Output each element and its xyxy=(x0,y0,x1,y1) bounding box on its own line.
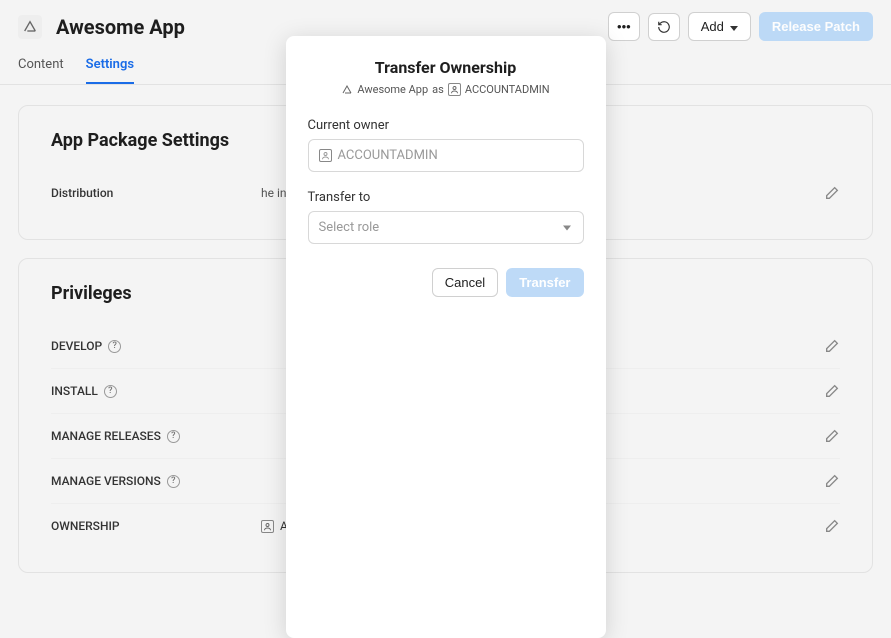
modal-subtitle: Awesome App as ACCOUNTADMIN xyxy=(308,83,584,96)
cancel-button[interactable]: Cancel xyxy=(432,268,498,297)
role-icon xyxy=(448,83,461,96)
modal-title: Transfer Ownership xyxy=(308,58,584,77)
transfer-to-group: Transfer to Select role xyxy=(308,190,584,244)
modal-actions: Cancel Transfer xyxy=(308,268,584,297)
modal-overlay: Transfer Ownership Awesome App as ACCOUN… xyxy=(0,0,891,638)
transfer-ownership-modal: Transfer Ownership Awesome App as ACCOUN… xyxy=(286,36,606,638)
current-owner-label: Current owner xyxy=(308,118,584,133)
transfer-to-label: Transfer to xyxy=(308,190,584,205)
transfer-to-select[interactable]: Select role xyxy=(308,211,584,244)
role-icon xyxy=(319,149,332,162)
current-owner-field: ACCOUNTADMIN xyxy=(308,139,584,172)
transfer-button[interactable]: Transfer xyxy=(506,268,583,297)
current-owner-group: Current owner ACCOUNTADMIN xyxy=(308,118,584,172)
app-icon xyxy=(341,84,353,96)
